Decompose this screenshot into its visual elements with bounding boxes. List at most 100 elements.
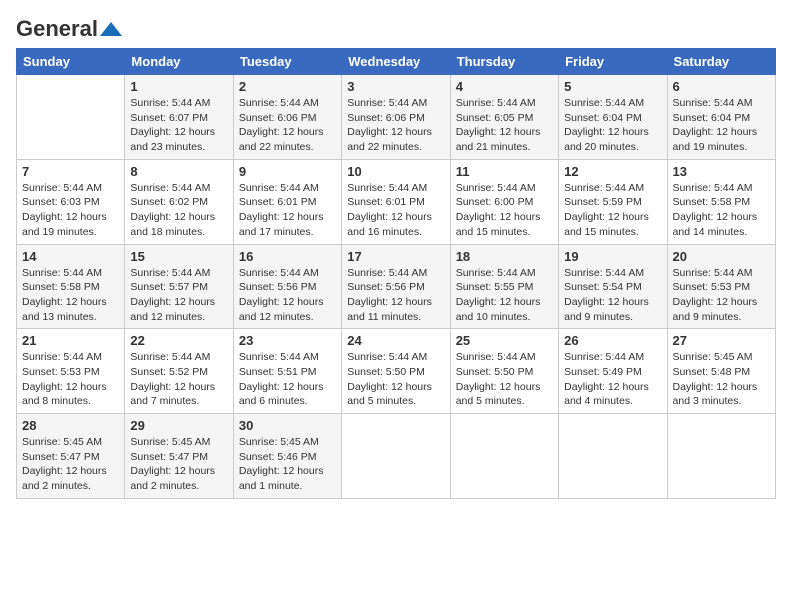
day-number: 30: [239, 418, 336, 433]
day-info: Sunrise: 5:44 AM Sunset: 5:55 PM Dayligh…: [456, 266, 553, 325]
day-info: Sunrise: 5:44 AM Sunset: 5:53 PM Dayligh…: [22, 350, 119, 409]
weekday-header-thursday: Thursday: [450, 49, 558, 75]
weekday-header-monday: Monday: [125, 49, 233, 75]
calendar-week-2: 7 Sunrise: 5:44 AM Sunset: 6:03 PM Daylig…: [17, 159, 776, 244]
day-info: Sunrise: 5:44 AM Sunset: 6:07 PM Dayligh…: [130, 96, 227, 155]
day-info: Sunrise: 5:44 AM Sunset: 5:57 PM Dayligh…: [130, 266, 227, 325]
day-info: Sunrise: 5:44 AM Sunset: 6:05 PM Dayligh…: [456, 96, 553, 155]
day-number: 9: [239, 164, 336, 179]
calendar-cell: 19 Sunrise: 5:44 AM Sunset: 5:54 PM Dayli…: [559, 244, 667, 329]
day-info: Sunrise: 5:44 AM Sunset: 6:03 PM Dayligh…: [22, 181, 119, 240]
day-number: 7: [22, 164, 119, 179]
calendar-cell: 8Sunrise: 5:44 AM Sunset: 6:02 PM Daylig…: [125, 159, 233, 244]
day-number: 29: [130, 418, 227, 433]
calendar-cell: [342, 414, 450, 499]
logo-general: General: [16, 16, 98, 42]
calendar-cell: 10Sunrise: 5:44 AM Sunset: 6:01 PM Dayli…: [342, 159, 450, 244]
calendar-cell: 27 Sunrise: 5:45 AM Sunset: 5:48 PM Dayli…: [667, 329, 775, 414]
day-info: Sunrise: 5:44 AM Sunset: 5:58 PM Dayligh…: [673, 181, 770, 240]
calendar-cell: 14 Sunrise: 5:44 AM Sunset: 5:58 PM Dayli…: [17, 244, 125, 329]
day-number: 5: [564, 79, 661, 94]
day-number: 17: [347, 249, 444, 264]
day-info: Sunrise: 5:45 AM Sunset: 5:46 PM Dayligh…: [239, 435, 336, 494]
calendar-table: SundayMondayTuesdayWednesdayThursdayFrid…: [16, 48, 776, 499]
weekday-header-tuesday: Tuesday: [233, 49, 341, 75]
day-number: 15: [130, 249, 227, 264]
calendar-cell: 1 Sunrise: 5:44 AM Sunset: 6:07 PM Daylig…: [125, 75, 233, 160]
calendar-cell: 13 Sunrise: 5:44 AM Sunset: 5:58 PM Dayli…: [667, 159, 775, 244]
page-header: General: [16, 16, 776, 38]
calendar-cell: [667, 414, 775, 499]
calendar-cell: 6Sunrise: 5:44 AM Sunset: 6:04 PM Daylig…: [667, 75, 775, 160]
weekday-header-wednesday: Wednesday: [342, 49, 450, 75]
day-info: Sunrise: 5:44 AM Sunset: 5:58 PM Dayligh…: [22, 266, 119, 325]
calendar-cell: 18 Sunrise: 5:44 AM Sunset: 5:55 PM Dayli…: [450, 244, 558, 329]
day-info: Sunrise: 5:45 AM Sunset: 5:48 PM Dayligh…: [673, 350, 770, 409]
calendar-cell: 29 Sunrise: 5:45 AM Sunset: 5:47 PM Dayli…: [125, 414, 233, 499]
day-number: 3: [347, 79, 444, 94]
day-info: Sunrise: 5:44 AM Sunset: 6:01 PM Dayligh…: [239, 181, 336, 240]
calendar-cell: 24Sunrise: 5:44 AM Sunset: 5:50 PM Dayli…: [342, 329, 450, 414]
day-number: 25: [456, 333, 553, 348]
calendar-cell: 16Sunrise: 5:44 AM Sunset: 5:56 PM Dayli…: [233, 244, 341, 329]
day-number: 22: [130, 333, 227, 348]
day-number: 24: [347, 333, 444, 348]
calendar-cell: [17, 75, 125, 160]
day-info: Sunrise: 5:44 AM Sunset: 5:53 PM Dayligh…: [673, 266, 770, 325]
day-info: Sunrise: 5:45 AM Sunset: 5:47 PM Dayligh…: [130, 435, 227, 494]
day-number: 23: [239, 333, 336, 348]
calendar-cell: 25 Sunrise: 5:44 AM Sunset: 5:50 PM Dayli…: [450, 329, 558, 414]
calendar-cell: 30 Sunrise: 5:45 AM Sunset: 5:46 PM Dayli…: [233, 414, 341, 499]
day-info: Sunrise: 5:44 AM Sunset: 5:59 PM Dayligh…: [564, 181, 661, 240]
logo-arrow-icon: [100, 22, 122, 36]
day-number: 1: [130, 79, 227, 94]
calendar-cell: 28 Sunrise: 5:45 AM Sunset: 5:47 PM Dayli…: [17, 414, 125, 499]
calendar-week-4: 21 Sunrise: 5:44 AM Sunset: 5:53 PM Dayli…: [17, 329, 776, 414]
day-info: Sunrise: 5:44 AM Sunset: 6:04 PM Dayligh…: [564, 96, 661, 155]
calendar-cell: 21 Sunrise: 5:44 AM Sunset: 5:53 PM Dayli…: [17, 329, 125, 414]
calendar-cell: 5 Sunrise: 5:44 AM Sunset: 6:04 PM Daylig…: [559, 75, 667, 160]
calendar-cell: 7 Sunrise: 5:44 AM Sunset: 6:03 PM Daylig…: [17, 159, 125, 244]
day-number: 8: [130, 164, 227, 179]
day-info: Sunrise: 5:44 AM Sunset: 5:50 PM Dayligh…: [456, 350, 553, 409]
day-info: Sunrise: 5:44 AM Sunset: 5:54 PM Dayligh…: [564, 266, 661, 325]
calendar-header-row: SundayMondayTuesdayWednesdayThursdayFrid…: [17, 49, 776, 75]
day-number: 20: [673, 249, 770, 264]
calendar-cell: 17 Sunrise: 5:44 AM Sunset: 5:56 PM Dayli…: [342, 244, 450, 329]
day-info: Sunrise: 5:44 AM Sunset: 5:56 PM Dayligh…: [347, 266, 444, 325]
day-number: 14: [22, 249, 119, 264]
day-number: 18: [456, 249, 553, 264]
day-number: 19: [564, 249, 661, 264]
day-number: 27: [673, 333, 770, 348]
day-number: 4: [456, 79, 553, 94]
day-info: Sunrise: 5:44 AM Sunset: 5:56 PM Dayligh…: [239, 266, 336, 325]
day-info: Sunrise: 5:44 AM Sunset: 6:00 PM Dayligh…: [456, 181, 553, 240]
day-number: 13: [673, 164, 770, 179]
calendar-week-1: 1 Sunrise: 5:44 AM Sunset: 6:07 PM Daylig…: [17, 75, 776, 160]
day-info: Sunrise: 5:44 AM Sunset: 6:06 PM Dayligh…: [239, 96, 336, 155]
day-number: 21: [22, 333, 119, 348]
calendar-body: 1 Sunrise: 5:44 AM Sunset: 6:07 PM Daylig…: [17, 75, 776, 499]
weekday-header-friday: Friday: [559, 49, 667, 75]
calendar-cell: 20 Sunrise: 5:44 AM Sunset: 5:53 PM Dayli…: [667, 244, 775, 329]
day-info: Sunrise: 5:44 AM Sunset: 6:06 PM Dayligh…: [347, 96, 444, 155]
day-info: Sunrise: 5:44 AM Sunset: 6:01 PM Dayligh…: [347, 181, 444, 240]
logo: General: [16, 16, 122, 38]
day-info: Sunrise: 5:45 AM Sunset: 5:47 PM Dayligh…: [22, 435, 119, 494]
weekday-header-saturday: Saturday: [667, 49, 775, 75]
calendar-cell: 15 Sunrise: 5:44 AM Sunset: 5:57 PM Dayli…: [125, 244, 233, 329]
weekday-header-sunday: Sunday: [17, 49, 125, 75]
day-info: Sunrise: 5:44 AM Sunset: 5:49 PM Dayligh…: [564, 350, 661, 409]
calendar-cell: 22Sunrise: 5:44 AM Sunset: 5:52 PM Dayli…: [125, 329, 233, 414]
day-number: 28: [22, 418, 119, 433]
day-number: 12: [564, 164, 661, 179]
calendar-cell: 26Sunrise: 5:44 AM Sunset: 5:49 PM Dayli…: [559, 329, 667, 414]
day-number: 6: [673, 79, 770, 94]
calendar-week-5: 28 Sunrise: 5:45 AM Sunset: 5:47 PM Dayli…: [17, 414, 776, 499]
calendar-cell: [450, 414, 558, 499]
calendar-cell: 9 Sunrise: 5:44 AM Sunset: 6:01 PM Daylig…: [233, 159, 341, 244]
calendar-week-3: 14 Sunrise: 5:44 AM Sunset: 5:58 PM Dayli…: [17, 244, 776, 329]
day-info: Sunrise: 5:44 AM Sunset: 5:51 PM Dayligh…: [239, 350, 336, 409]
calendar-cell: 12 Sunrise: 5:44 AM Sunset: 5:59 PM Dayli…: [559, 159, 667, 244]
calendar-cell: 2Sunrise: 5:44 AM Sunset: 6:06 PM Daylig…: [233, 75, 341, 160]
